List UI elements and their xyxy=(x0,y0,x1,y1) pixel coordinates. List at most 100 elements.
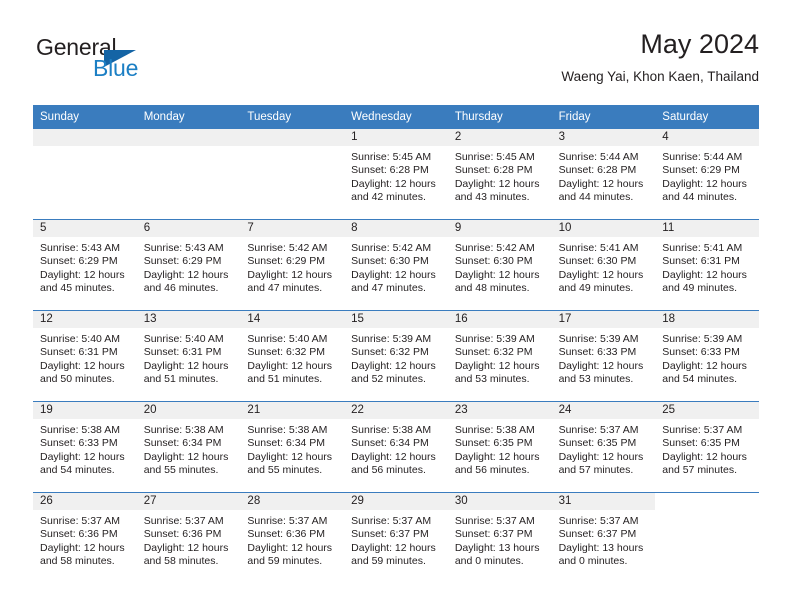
day-number xyxy=(240,129,345,146)
calendar-day-empty xyxy=(240,129,345,219)
page-title: May 2024 xyxy=(640,29,759,59)
calendar-day-empty xyxy=(33,129,137,219)
sunset-text: Sunset: 6:28 PM xyxy=(454,164,533,177)
calendar-day-cell[interactable]: 29 Sunrise: 5:37 AM Sunset: 6:37 PM Dayligh… xyxy=(344,493,448,583)
daylight-text: Daylight: 12 hours xyxy=(662,268,747,281)
day-details: Sunrise: 5:38 AM Sunset: 6:34 PM Daylight:… xyxy=(137,419,241,478)
day-number: 18 xyxy=(655,311,759,328)
daylight-text-cont: and 45 minutes. xyxy=(40,282,115,295)
calendar-day-cell[interactable]: 13 Sunrise: 5:40 AM Sunset: 6:31 PM Dayligh… xyxy=(136,311,241,401)
calendar-day-cell[interactable]: 24 Sunrise: 5:37 AM Sunset: 6:35 PM Dayligh… xyxy=(551,402,656,492)
day-number: 15 xyxy=(344,311,448,328)
calendar-day-cell[interactable]: 12 Sunrise: 5:40 AM Sunset: 6:31 PM Dayligh… xyxy=(33,311,137,401)
day-number: 31 xyxy=(551,493,656,510)
daylight-text: Daylight: 12 hours xyxy=(40,541,125,554)
calendar-day-cell[interactable]: 2 Sunrise: 5:45 AM Sunset: 6:28 PM Daylight… xyxy=(447,129,552,219)
calendar-day-cell[interactable]: 15 Sunrise: 5:39 AM Sunset: 6:32 PM Dayligh… xyxy=(344,311,448,401)
daylight-text-cont: and 49 minutes. xyxy=(558,282,634,295)
calendar-day-cell[interactable]: 16 Sunrise: 5:39 AM Sunset: 6:32 PM Dayligh… xyxy=(447,311,552,401)
calendar-day-cell[interactable]: 1 Sunrise: 5:45 AM Sunset: 6:28 PM Daylight… xyxy=(344,129,448,219)
calendar-day-cell[interactable]: 19 Sunrise: 5:38 AM Sunset: 6:33 PM Dayligh… xyxy=(33,402,137,492)
day-details xyxy=(240,146,344,151)
calendar-day-cell[interactable]: 11 Sunrise: 5:41 AM Sunset: 6:31 PM Dayligh… xyxy=(655,220,759,310)
sunrise-text: Sunrise: 5:45 AM xyxy=(351,151,432,163)
calendar-day-cell[interactable]: 4 Sunrise: 5:44 AM Sunset: 6:29 PM Daylight… xyxy=(655,129,759,219)
sunrise-text: Sunrise: 5:39 AM xyxy=(662,333,743,345)
calendar-day-cell[interactable]: 30 Sunrise: 5:37 AM Sunset: 6:37 PM Dayligh… xyxy=(447,493,552,583)
daylight-text: Daylight: 12 hours xyxy=(558,359,644,372)
calendar-day-cell[interactable]: 22 Sunrise: 5:38 AM Sunset: 6:34 PM Dayligh… xyxy=(344,402,448,492)
daylight-text-cont: and 50 minutes. xyxy=(40,373,115,386)
calendar-day-cell[interactable]: 26 Sunrise: 5:37 AM Sunset: 6:36 PM Dayligh… xyxy=(33,493,137,583)
general-blue-logo[interactable]: General Blue xyxy=(33,34,253,90)
sunset-text: Sunset: 6:37 PM xyxy=(351,528,429,541)
daylight-text: Daylight: 12 hours xyxy=(662,359,747,372)
calendar-day-cell[interactable]: 27 Sunrise: 5:37 AM Sunset: 6:36 PM Dayligh… xyxy=(136,493,241,583)
sunset-text: Sunset: 6:29 PM xyxy=(662,164,740,177)
calendar-day-cell[interactable]: 23 Sunrise: 5:38 AM Sunset: 6:35 PM Dayligh… xyxy=(447,402,552,492)
calendar-day-cell[interactable]: 31 Sunrise: 5:37 AM Sunset: 6:37 PM Dayligh… xyxy=(551,493,656,583)
day-number: 8 xyxy=(344,220,448,237)
logo-text-blue: Blue xyxy=(93,55,139,81)
daylight-text: Daylight: 12 hours xyxy=(454,359,540,372)
day-number: 30 xyxy=(447,493,552,510)
calendar-day-cell[interactable]: 14 Sunrise: 5:40 AM Sunset: 6:32 PM Dayligh… xyxy=(240,311,345,401)
day-number: 23 xyxy=(447,402,552,419)
daylight-text: Daylight: 12 hours xyxy=(454,177,540,190)
calendar-day-cell[interactable]: 5 Sunrise: 5:43 AM Sunset: 6:29 PM Daylight… xyxy=(33,220,137,310)
daylight-text-cont: and 44 minutes. xyxy=(558,191,634,204)
sunrise-text: Sunrise: 5:38 AM xyxy=(143,424,224,436)
sunrise-text: Sunrise: 5:40 AM xyxy=(40,333,120,345)
sunrise-text: Sunrise: 5:38 AM xyxy=(351,424,432,436)
sunrise-text: Sunrise: 5:38 AM xyxy=(247,424,328,436)
sunset-text: Sunset: 6:35 PM xyxy=(662,437,740,450)
day-details: Sunrise: 5:42 AM Sunset: 6:29 PM Daylight:… xyxy=(240,237,344,296)
day-details: Sunrise: 5:37 AM Sunset: 6:35 PM Daylight:… xyxy=(655,419,759,478)
daylight-text: Daylight: 12 hours xyxy=(351,450,436,463)
sunset-text: Sunset: 6:29 PM xyxy=(40,255,118,268)
calendar-day-cell[interactable]: 17 Sunrise: 5:39 AM Sunset: 6:33 PM Dayligh… xyxy=(551,311,656,401)
daylight-text: Daylight: 12 hours xyxy=(558,268,644,281)
daylight-text: Daylight: 12 hours xyxy=(351,268,436,281)
calendar-day-cell[interactable]: 10 Sunrise: 5:41 AM Sunset: 6:30 PM Dayligh… xyxy=(551,220,656,310)
sunset-text: Sunset: 6:28 PM xyxy=(558,164,637,177)
calendar-day-cell[interactable]: 25 Sunrise: 5:37 AM Sunset: 6:35 PM Dayligh… xyxy=(655,402,759,492)
calendar-day-cell[interactable]: 8 Sunrise: 5:42 AM Sunset: 6:30 PM Daylight… xyxy=(344,220,448,310)
sunrise-text: Sunrise: 5:38 AM xyxy=(454,424,535,436)
daylight-text: Daylight: 12 hours xyxy=(662,177,747,190)
day-details: Sunrise: 5:41 AM Sunset: 6:31 PM Daylight:… xyxy=(655,237,759,296)
sunset-text: Sunset: 6:33 PM xyxy=(662,346,740,359)
day-details: Sunrise: 5:40 AM Sunset: 6:32 PM Daylight:… xyxy=(240,328,344,387)
calendar-day-cell[interactable]: 20 Sunrise: 5:38 AM Sunset: 6:34 PM Dayligh… xyxy=(136,402,241,492)
calendar-weeks: 1 Sunrise: 5:45 AM Sunset: 6:28 PM Daylight… xyxy=(33,129,759,583)
sunset-text: Sunset: 6:29 PM xyxy=(143,255,222,268)
day-details: Sunrise: 5:39 AM Sunset: 6:32 PM Daylight:… xyxy=(448,328,552,387)
calendar-day-cell[interactable]: 3 Sunrise: 5:44 AM Sunset: 6:28 PM Daylight… xyxy=(551,129,656,219)
sunrise-text: Sunrise: 5:37 AM xyxy=(662,424,743,436)
day-details: Sunrise: 5:37 AM Sunset: 6:35 PM Daylight:… xyxy=(552,419,656,478)
calendar-day-cell[interactable]: 21 Sunrise: 5:38 AM Sunset: 6:34 PM Dayligh… xyxy=(240,402,345,492)
daylight-text-cont: and 47 minutes. xyxy=(351,282,426,295)
day-details: Sunrise: 5:43 AM Sunset: 6:29 PM Daylight:… xyxy=(137,237,241,296)
daylight-text: Daylight: 12 hours xyxy=(558,450,644,463)
day-number: 25 xyxy=(655,402,759,419)
day-details: Sunrise: 5:43 AM Sunset: 6:29 PM Daylight:… xyxy=(33,237,137,296)
daylight-text-cont: and 53 minutes. xyxy=(558,373,634,386)
day-number: 29 xyxy=(344,493,448,510)
calendar-day-cell[interactable]: 6 Sunrise: 5:43 AM Sunset: 6:29 PM Daylight… xyxy=(136,220,241,310)
calendar-day-cell[interactable]: 7 Sunrise: 5:42 AM Sunset: 6:29 PM Daylight… xyxy=(240,220,345,310)
daylight-text-cont: and 57 minutes. xyxy=(558,464,634,477)
weekday-header-row: Sunday Monday Tuesday Wednesday Thursday Frid… xyxy=(33,105,759,129)
day-number xyxy=(33,129,137,146)
day-details: Sunrise: 5:37 AM Sunset: 6:36 PM Daylight:… xyxy=(240,510,344,569)
day-details: Sunrise: 5:38 AM Sunset: 6:34 PM Daylight:… xyxy=(240,419,344,478)
calendar-day-cell[interactable]: 9 Sunrise: 5:42 AM Sunset: 6:30 PM Daylight… xyxy=(447,220,552,310)
calendar-day-cell[interactable]: 18 Sunrise: 5:39 AM Sunset: 6:33 PM Dayligh… xyxy=(655,311,759,401)
calendar-day-cell[interactable]: 28 Sunrise: 5:37 AM Sunset: 6:36 PM Dayligh… xyxy=(240,493,345,583)
daylight-text-cont: and 51 minutes. xyxy=(247,373,323,386)
weekday-header-monday: Monday xyxy=(143,111,185,123)
day-details: Sunrise: 5:37 AM Sunset: 6:36 PM Daylight:… xyxy=(33,510,137,569)
daylight-text-cont: and 47 minutes. xyxy=(247,282,323,295)
sunset-text: Sunset: 6:37 PM xyxy=(454,528,533,541)
sunrise-text: Sunrise: 5:39 AM xyxy=(558,333,639,345)
